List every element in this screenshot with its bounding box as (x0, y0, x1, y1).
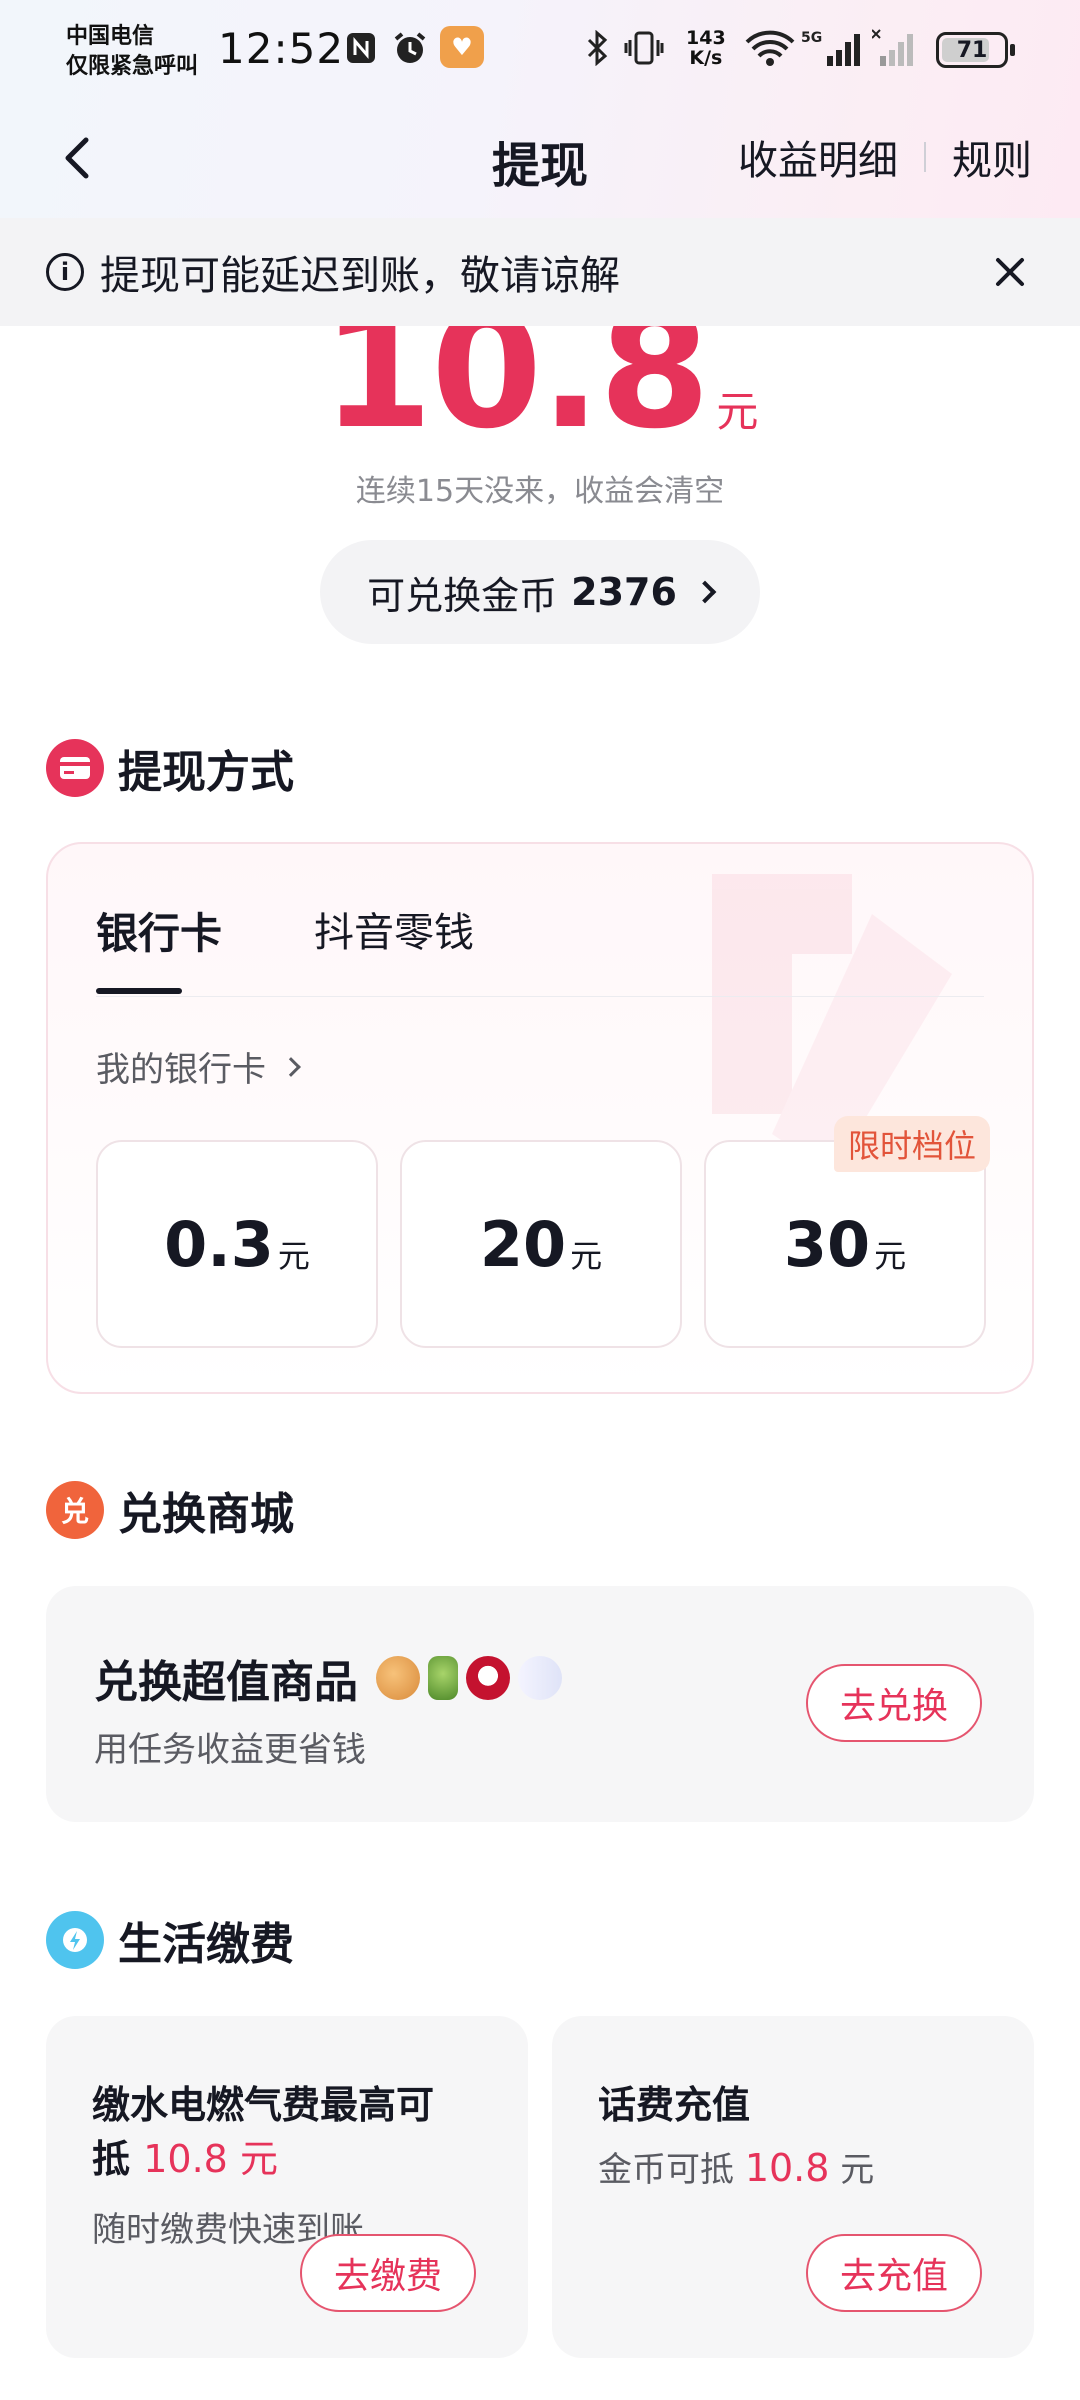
notice-text: 提现可能延迟到账，敬请谅解 (100, 253, 620, 299)
withdraw-tabs: 银行卡 抖音零钱 (96, 900, 566, 961)
network-speed-unit: K/s (689, 47, 723, 69)
utility-title-line2: 抵 10.8 元 (92, 2132, 434, 2186)
product-kfc-icon (466, 1656, 510, 1700)
life-section-header: 生活缴费 (46, 1908, 294, 1972)
amount-option[interactable]: 0.3 元 (96, 1140, 378, 1348)
active-tab-indicator (96, 988, 182, 994)
wifi-icon (742, 26, 798, 70)
header-actions: 收益明细 规则 (738, 128, 1032, 186)
mall-card-subtitle: 用任务收益更省钱 (94, 1730, 366, 1770)
chevron-right-icon (693, 580, 717, 604)
earnings-detail-link[interactable]: 收益明细 (738, 128, 898, 186)
divider (924, 142, 926, 172)
utility-amount: 10.8 元 (143, 2137, 278, 2181)
bolt-icon (46, 1911, 104, 1969)
balance-unit: 元 (716, 387, 759, 436)
alarm-icon (390, 26, 430, 70)
phone-title: 话费充值 (598, 2083, 751, 2127)
carrier-info: 中国电信 仅限紧急呼叫 (66, 22, 198, 82)
product-toothpaste-icon (518, 1656, 562, 1700)
coins-value: 2376 (571, 570, 677, 614)
close-notice-button[interactable] (988, 250, 1032, 294)
section-title: 生活缴费 (118, 1919, 294, 1970)
balance-amount: 10.8 (321, 326, 711, 464)
amount-option-unit: 元 (277, 1237, 310, 1275)
utility-title-line1: 缴水电燃气费最高可 (92, 2083, 435, 2127)
section-title: 兑换商城 (118, 1489, 294, 1540)
go-exchange-button[interactable]: 去兑换 (806, 1664, 982, 1742)
phone-subtitle: 金币可抵 10.8 元 (598, 2142, 874, 2191)
carrier-status: 仅限紧急呼叫 (66, 54, 199, 79)
limited-time-badge: 限时档位 (834, 1116, 991, 1172)
amount-option-value: 30 (783, 1207, 871, 1281)
amount-option[interactable]: 20 元 (400, 1140, 682, 1348)
divider (96, 996, 984, 997)
exchange-coins-button[interactable]: 可兑换金币 2376 (320, 540, 760, 644)
network-speed: 143 K/s (686, 28, 726, 68)
coins-label: 可兑换金币 (367, 573, 558, 618)
signal-5g-icon: 5G (800, 26, 864, 70)
close-icon (996, 258, 1024, 286)
carrier-name: 中国电信 (66, 24, 155, 49)
battery-percent: 71 (956, 37, 988, 63)
signal-sim2-icon (872, 26, 922, 70)
app-notification-icon: ♥ (440, 26, 484, 68)
my-bank-card-label: 我的银行卡 (96, 1050, 266, 1090)
product-drink-icon (428, 1656, 458, 1700)
network-speed-value: 143 (686, 27, 726, 49)
balance-hint: 连续15天没来，收益会清空 (355, 474, 725, 509)
withdraw-section-header: 提现方式 (46, 736, 294, 800)
utility-payment-card[interactable]: 缴水电燃气费最高可 抵 10.8 元 随时缴费快速到账 去缴费 (46, 2016, 528, 2358)
card-icon (46, 739, 104, 797)
exchange-icon: 兑 (46, 1481, 104, 1539)
nfc-icon (342, 26, 380, 70)
amount-option-value: 20 (479, 1207, 567, 1281)
status-bar: 中国电信 仅限紧急呼叫 12:52 ♥ 143 K/s 5G 71 (0, 0, 1080, 100)
network-type: 5G (801, 30, 822, 46)
utility-title: 缴水电燃气费最高可 抵 10.8 元 (92, 2078, 434, 2186)
section-title: 提现方式 (118, 747, 294, 798)
phone-recharge-card[interactable]: 话费充值 金币可抵 10.8 元 去充值 (552, 2016, 1034, 2358)
phone-subtitle-suffix: 元 (840, 2150, 875, 2190)
amount-option-value: 0.3 (164, 1207, 274, 1281)
battery-indicator: 71 (936, 32, 1015, 68)
amount-option-unit: 元 (874, 1237, 907, 1275)
mall-card-title-row: 兑换超值商品 (94, 1646, 562, 1710)
rules-link[interactable]: 规则 (952, 128, 1032, 186)
go-pay-button[interactable]: 去缴费 (300, 2234, 476, 2312)
notice-banner: i 提现可能延迟到账，敬请谅解 (0, 218, 1080, 326)
info-icon: i (46, 253, 84, 291)
mall-section-header: 兑 兑换商城 (46, 1478, 294, 1542)
mall-card-title: 兑换超值商品 (94, 1657, 358, 1708)
chevron-right-icon (281, 1056, 301, 1077)
mall-card[interactable]: 兑换超值商品 用任务收益更省钱 去兑换 (46, 1586, 1034, 1822)
vibrate-icon (622, 26, 666, 70)
clock: 12:52 (218, 24, 345, 73)
balance-amount-area: 10.8 元 (0, 326, 1080, 471)
go-recharge-button[interactable]: 去充值 (806, 2234, 982, 2312)
product-biscuit-icon (376, 1656, 420, 1700)
my-bank-card-link[interactable]: 我的银行卡 (96, 1042, 301, 1091)
phone-amount: 10.8 (744, 2146, 830, 2190)
tab-douyin-wallet[interactable]: 抖音零钱 (314, 900, 474, 961)
tab-bank-card[interactable]: 银行卡 (96, 900, 222, 961)
bluetooth-icon (580, 26, 614, 70)
title-bar: 提现 收益明细 规则 (0, 110, 1080, 210)
amount-option-unit: 元 (570, 1237, 603, 1275)
phone-subtitle-prefix: 金币可抵 (598, 2150, 734, 2190)
utility-title-line2-prefix: 抵 (92, 2137, 131, 2181)
